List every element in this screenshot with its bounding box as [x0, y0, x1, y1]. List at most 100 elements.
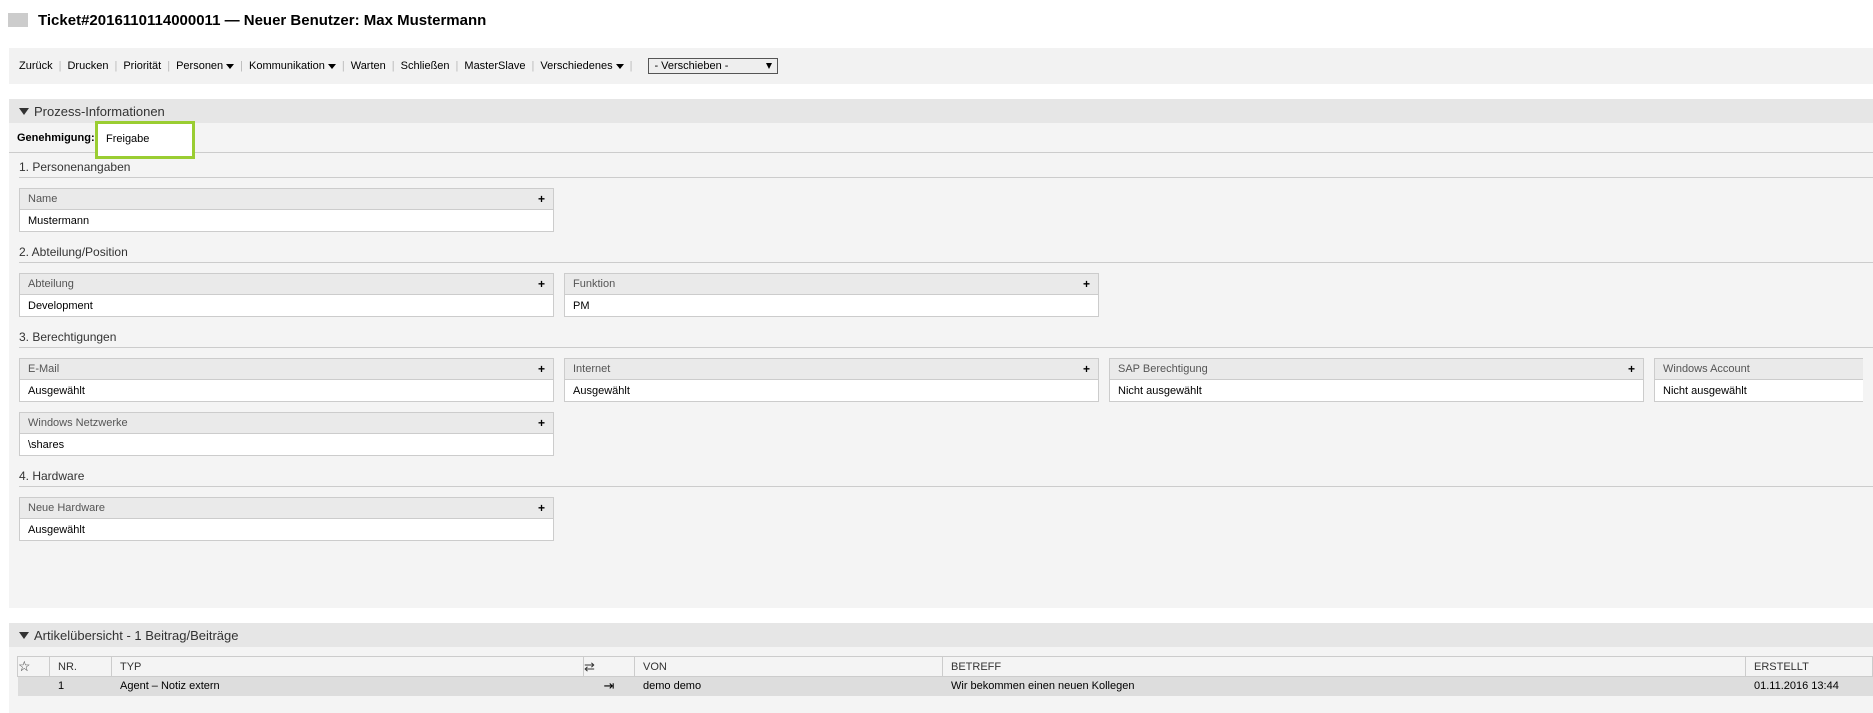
divider — [19, 262, 1873, 263]
field-value: \shares — [28, 438, 65, 451]
field-name: Name + Mustermann — [19, 188, 554, 232]
chevron-down-icon — [615, 63, 624, 69]
field-value: Ausgewählt — [28, 523, 85, 536]
column-header-erstellt[interactable]: ERSTELLT — [1745, 656, 1873, 677]
section-title: 2. Abteilung/Position — [19, 245, 128, 259]
field-row: Windows Netzwerke + \shares — [19, 412, 1873, 456]
ticket-title: Ticket#2016110114000011 — Neuer Benutzer… — [38, 11, 487, 29]
field-function: Funktion + PM — [564, 273, 1099, 317]
communication-menu-label: Kommunikation — [249, 60, 325, 72]
plus-icon[interactable]: + — [538, 501, 545, 515]
close-link[interactable]: Schließen — [401, 60, 450, 72]
field-row: Name + Mustermann — [19, 188, 1873, 232]
separator: | — [391, 60, 395, 72]
article-overview-header[interactable]: Artikelübersicht - 1 Beitrag/Beiträge — [9, 623, 1873, 647]
row-star-cell — [17, 676, 50, 696]
field-row: Abteilung + Development Funktion + PM — [19, 273, 1873, 317]
outgoing-arrow-icon: ⇥ — [583, 676, 635, 696]
field-row: Neue Hardware + Ausgewählt — [19, 497, 1873, 541]
masterslave-link[interactable]: MasterSlave — [464, 60, 525, 72]
plus-icon[interactable]: + — [538, 416, 545, 430]
field-new-hardware: Neue Hardware + Ausgewählt — [19, 497, 554, 541]
field-label: Neue Hardware — [28, 502, 106, 514]
plus-icon[interactable]: + — [1083, 277, 1090, 291]
move-queue-label: - Verschieben - — [654, 60, 729, 72]
field-row: E-Mail + Ausgewählt Internet + Ausgewählt … — [19, 358, 1873, 402]
divider — [19, 347, 1873, 348]
article-overview-panel: Artikelübersicht - 1 Beitrag/Beiträge ☆ … — [9, 623, 1873, 713]
direction-arrows-icon: ⇄ — [583, 656, 635, 677]
table-row[interactable]: 1 Agent – Notiz extern ⇥ demo demo Wir b… — [17, 676, 1873, 696]
column-header-betreff[interactable]: BETREFF — [942, 656, 1746, 677]
misc-menu[interactable]: Verschiedenes — [540, 60, 624, 72]
separator: | — [240, 60, 244, 72]
section-title: 4. Hardware — [19, 469, 85, 483]
separator: | — [167, 60, 171, 72]
field-value: Development — [28, 299, 93, 312]
ticket-header: Ticket#2016110114000011 — Neuer Benutzer… — [8, 10, 486, 30]
persons-menu-label: Personen — [176, 60, 224, 72]
persons-menu[interactable]: Personen — [176, 60, 235, 72]
row-betreff: Wir bekommen einen neuen Kollegen — [942, 676, 1746, 696]
approval-row: Genehmigung: Freigabe — [9, 121, 1873, 159]
section-title: 1. Personenangaben — [19, 160, 131, 174]
field-label: Windows Netzwerke — [28, 417, 128, 429]
row-nr: 1 — [49, 676, 112, 696]
separator: | — [341, 60, 345, 72]
field-windows-networks: Windows Netzwerke + \shares — [19, 412, 554, 456]
move-queue-select[interactable]: - Verschieben - — [648, 58, 779, 74]
plus-icon[interactable]: + — [538, 192, 545, 206]
communication-menu[interactable]: Kommunikation — [249, 60, 336, 72]
field-value: Nicht ausgewählt — [1663, 384, 1747, 397]
article-table: ☆ NR. TYP ⇄ VON BETREFF ERSTELLT 1 Agent… — [17, 656, 1873, 696]
action-bar: Zurück | Drucken | Priorität | Personen | Ko… — [9, 48, 1873, 84]
ticket-icon — [8, 13, 28, 27]
row-von: demo demo — [634, 676, 943, 696]
field-label: Abteilung — [28, 278, 74, 290]
plus-icon[interactable]: + — [538, 277, 545, 291]
separator: | — [531, 60, 535, 72]
collapse-icon[interactable] — [19, 631, 29, 639]
article-overview-title: Artikelübersicht - 1 Beitrag/Beiträge — [34, 627, 239, 643]
star-icon[interactable]: ☆ — [17, 656, 50, 677]
chevron-down-icon — [327, 63, 336, 69]
plus-icon[interactable]: + — [1083, 362, 1090, 376]
field-value: Ausgewählt — [28, 384, 85, 397]
section-title: 3. Berechtigungen — [19, 330, 117, 344]
field-label: SAP Berechtigung — [1118, 363, 1208, 375]
approval-value[interactable]: Freigabe — [95, 121, 195, 159]
field-value: Ausgewählt — [573, 384, 630, 397]
row-erstellt: 01.11.2016 13:44 — [1745, 676, 1873, 696]
plus-icon[interactable]: + — [538, 362, 545, 376]
column-header-von[interactable]: VON — [634, 656, 943, 677]
column-header-typ[interactable]: TYP — [111, 656, 584, 677]
process-info-panel: Prozess-Informationen Genehmigung: Freig… — [9, 99, 1873, 608]
divider — [19, 177, 1873, 178]
column-header-nr[interactable]: NR. — [49, 656, 112, 677]
separator: | — [58, 60, 62, 72]
dropdown-arrow-icon — [766, 63, 773, 69]
row-typ: Agent – Notiz extern — [111, 676, 584, 696]
misc-menu-label: Verschiedenes — [540, 60, 613, 72]
process-info-title: Prozess-Informationen — [34, 103, 165, 119]
approval-label: Genehmigung: — [17, 131, 95, 144]
process-info-header[interactable]: Prozess-Informationen — [9, 99, 1873, 123]
collapse-icon[interactable] — [19, 107, 29, 115]
field-label: E-Mail — [28, 363, 60, 375]
separator: | — [455, 60, 459, 72]
plus-icon[interactable]: + — [1628, 362, 1635, 376]
chevron-down-icon — [226, 63, 235, 69]
priority-link[interactable]: Priorität — [123, 60, 161, 72]
table-header-row: ☆ NR. TYP ⇄ VON BETREFF ERSTELLT — [17, 656, 1873, 677]
separator: | — [629, 60, 633, 72]
pending-link[interactable]: Warten — [351, 60, 386, 72]
separator: | — [114, 60, 118, 72]
back-link[interactable]: Zurück — [19, 60, 53, 72]
field-value: Nicht ausgewählt — [1118, 384, 1202, 397]
field-label: Windows Account — [1663, 363, 1750, 375]
field-department: Abteilung + Development — [19, 273, 554, 317]
field-value: PM — [573, 299, 590, 312]
divider — [19, 486, 1873, 487]
print-link[interactable]: Drucken — [67, 60, 108, 72]
field-internet: Internet + Ausgewählt — [564, 358, 1099, 402]
